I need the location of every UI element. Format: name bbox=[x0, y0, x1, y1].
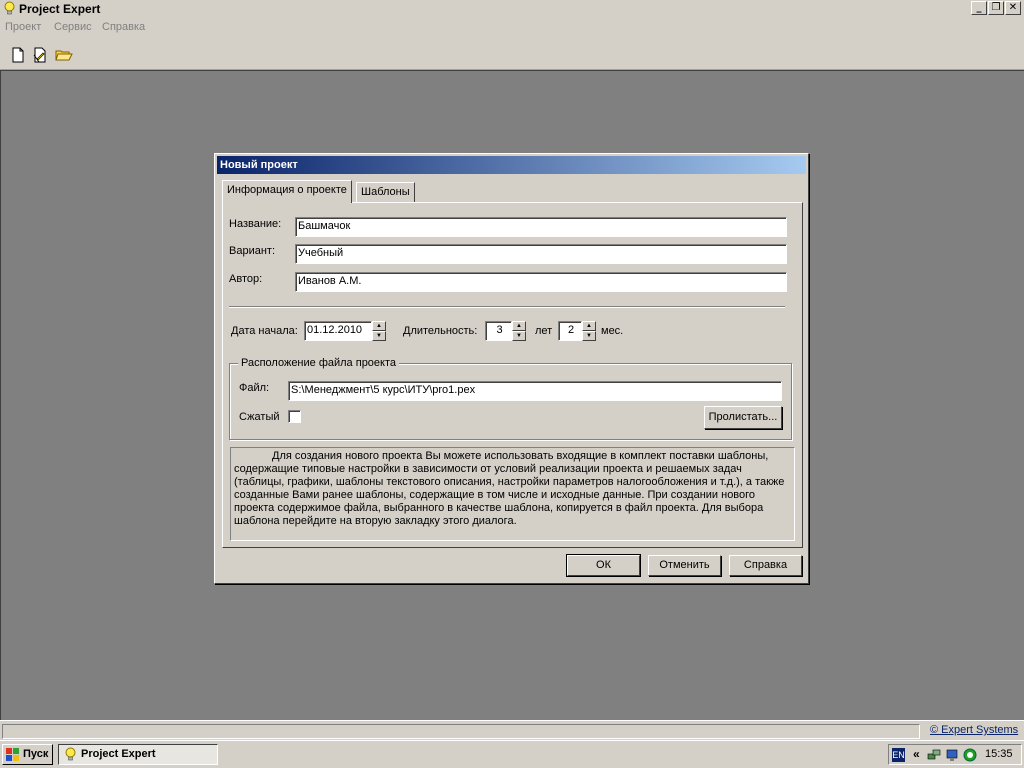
network-icon[interactable] bbox=[927, 748, 941, 762]
start-button[interactable]: Пуск bbox=[2, 744, 53, 765]
minimize-button[interactable]: _ bbox=[971, 1, 987, 15]
tab-project-info[interactable]: Информация о проекте bbox=[222, 180, 352, 203]
toolbar bbox=[0, 38, 1024, 70]
spin-down-icon[interactable]: ▼ bbox=[372, 331, 386, 341]
menu-bar: Проект Сервис Справка bbox=[0, 18, 1024, 38]
duration-years-input[interactable]: 3 bbox=[485, 321, 512, 341]
dialog-title[interactable]: Новый проект bbox=[217, 156, 806, 174]
separator bbox=[229, 306, 785, 308]
file-label: Файл: bbox=[239, 382, 270, 394]
lightbulb-icon bbox=[4, 1, 15, 15]
start-date-label: Дата начала: bbox=[231, 325, 298, 337]
name-input[interactable]: Башмачок bbox=[295, 217, 787, 237]
window-title: Project Expert bbox=[19, 2, 101, 16]
compressed-checkbox[interactable] bbox=[288, 410, 301, 423]
cancel-button[interactable]: Отменить bbox=[648, 555, 721, 576]
info-text-content: Для создания нового проекта Вы можете ис… bbox=[234, 450, 785, 527]
author-label: Автор: bbox=[229, 273, 263, 285]
window-titlebar[interactable]: Project Expert _ ❐ ✕ bbox=[0, 0, 1024, 18]
info-text: Для создания нового проекта Вы можете ис… bbox=[230, 447, 795, 541]
start-date-spinner[interactable]: ▲ ▼ bbox=[372, 321, 386, 341]
author-input[interactable]: Иванов А.М. bbox=[295, 272, 787, 292]
months-unit-label: мес. bbox=[601, 325, 624, 337]
taskbar-item-project-expert[interactable]: Project Expert bbox=[58, 744, 218, 765]
spin-up-icon[interactable]: ▲ bbox=[512, 321, 526, 331]
start-label: Пуск bbox=[23, 748, 49, 760]
compressed-label: Сжатый bbox=[239, 411, 280, 423]
new-from-template-icon[interactable] bbox=[31, 46, 49, 64]
duration-label: Длительность: bbox=[403, 325, 478, 337]
spin-up-icon[interactable]: ▲ bbox=[372, 321, 386, 331]
tab-templates[interactable]: Шаблоны bbox=[356, 182, 415, 202]
variant-label: Вариант: bbox=[229, 245, 276, 257]
close-button[interactable]: ✕ bbox=[1005, 1, 1021, 15]
open-folder-icon[interactable] bbox=[55, 46, 73, 64]
help-button[interactable]: Справка bbox=[729, 555, 802, 576]
years-spinner[interactable]: ▲ ▼ bbox=[512, 321, 526, 341]
file-path-input[interactable]: S:\Менеджмент\5 курс\ИТУ\pro1.pex bbox=[288, 381, 782, 401]
antivirus-icon[interactable] bbox=[963, 748, 977, 762]
restore-button[interactable]: ❐ bbox=[988, 1, 1004, 15]
lightbulb-icon bbox=[65, 747, 76, 761]
menu-help[interactable]: Справка bbox=[102, 21, 145, 33]
windows-logo-icon bbox=[6, 748, 19, 761]
language-indicator[interactable]: EN bbox=[892, 748, 905, 762]
new-document-icon[interactable] bbox=[9, 46, 27, 64]
monitor-icon[interactable] bbox=[945, 748, 959, 762]
system-tray: EN « 15:35 bbox=[888, 744, 1022, 765]
months-spinner[interactable]: ▲ ▼ bbox=[582, 321, 596, 341]
clock: 15:35 bbox=[985, 748, 1013, 760]
status-pane bbox=[2, 724, 920, 739]
variant-input[interactable]: Учебный bbox=[295, 244, 787, 264]
menu-project[interactable]: Проект bbox=[5, 21, 41, 33]
taskbar: Пуск Project Expert EN « 15:35 bbox=[0, 740, 1024, 768]
spin-up-icon[interactable]: ▲ bbox=[582, 321, 596, 331]
ok-button[interactable]: ОК bbox=[566, 554, 641, 577]
tray-expand-icon[interactable]: « bbox=[913, 747, 920, 761]
name-label: Название: bbox=[229, 218, 282, 230]
start-date-input[interactable]: 01.12.2010 bbox=[304, 321, 372, 341]
spin-down-icon[interactable]: ▼ bbox=[512, 331, 526, 341]
new-project-dialog: Новый проект Информация о проекте Шаблон… bbox=[214, 153, 809, 584]
menu-service[interactable]: Сервис bbox=[54, 21, 92, 33]
browse-button[interactable]: Пролистать... bbox=[704, 406, 782, 429]
status-bar: © Expert Systems bbox=[0, 720, 1024, 740]
file-location-group-title: Расположение файла проекта bbox=[238, 357, 400, 369]
expert-systems-link[interactable]: © Expert Systems bbox=[930, 724, 1018, 736]
spin-down-icon[interactable]: ▼ bbox=[582, 331, 596, 341]
duration-months-input[interactable]: 2 bbox=[558, 321, 582, 341]
taskbar-item-label: Project Expert bbox=[81, 748, 156, 760]
years-unit-label: лет bbox=[535, 325, 553, 337]
